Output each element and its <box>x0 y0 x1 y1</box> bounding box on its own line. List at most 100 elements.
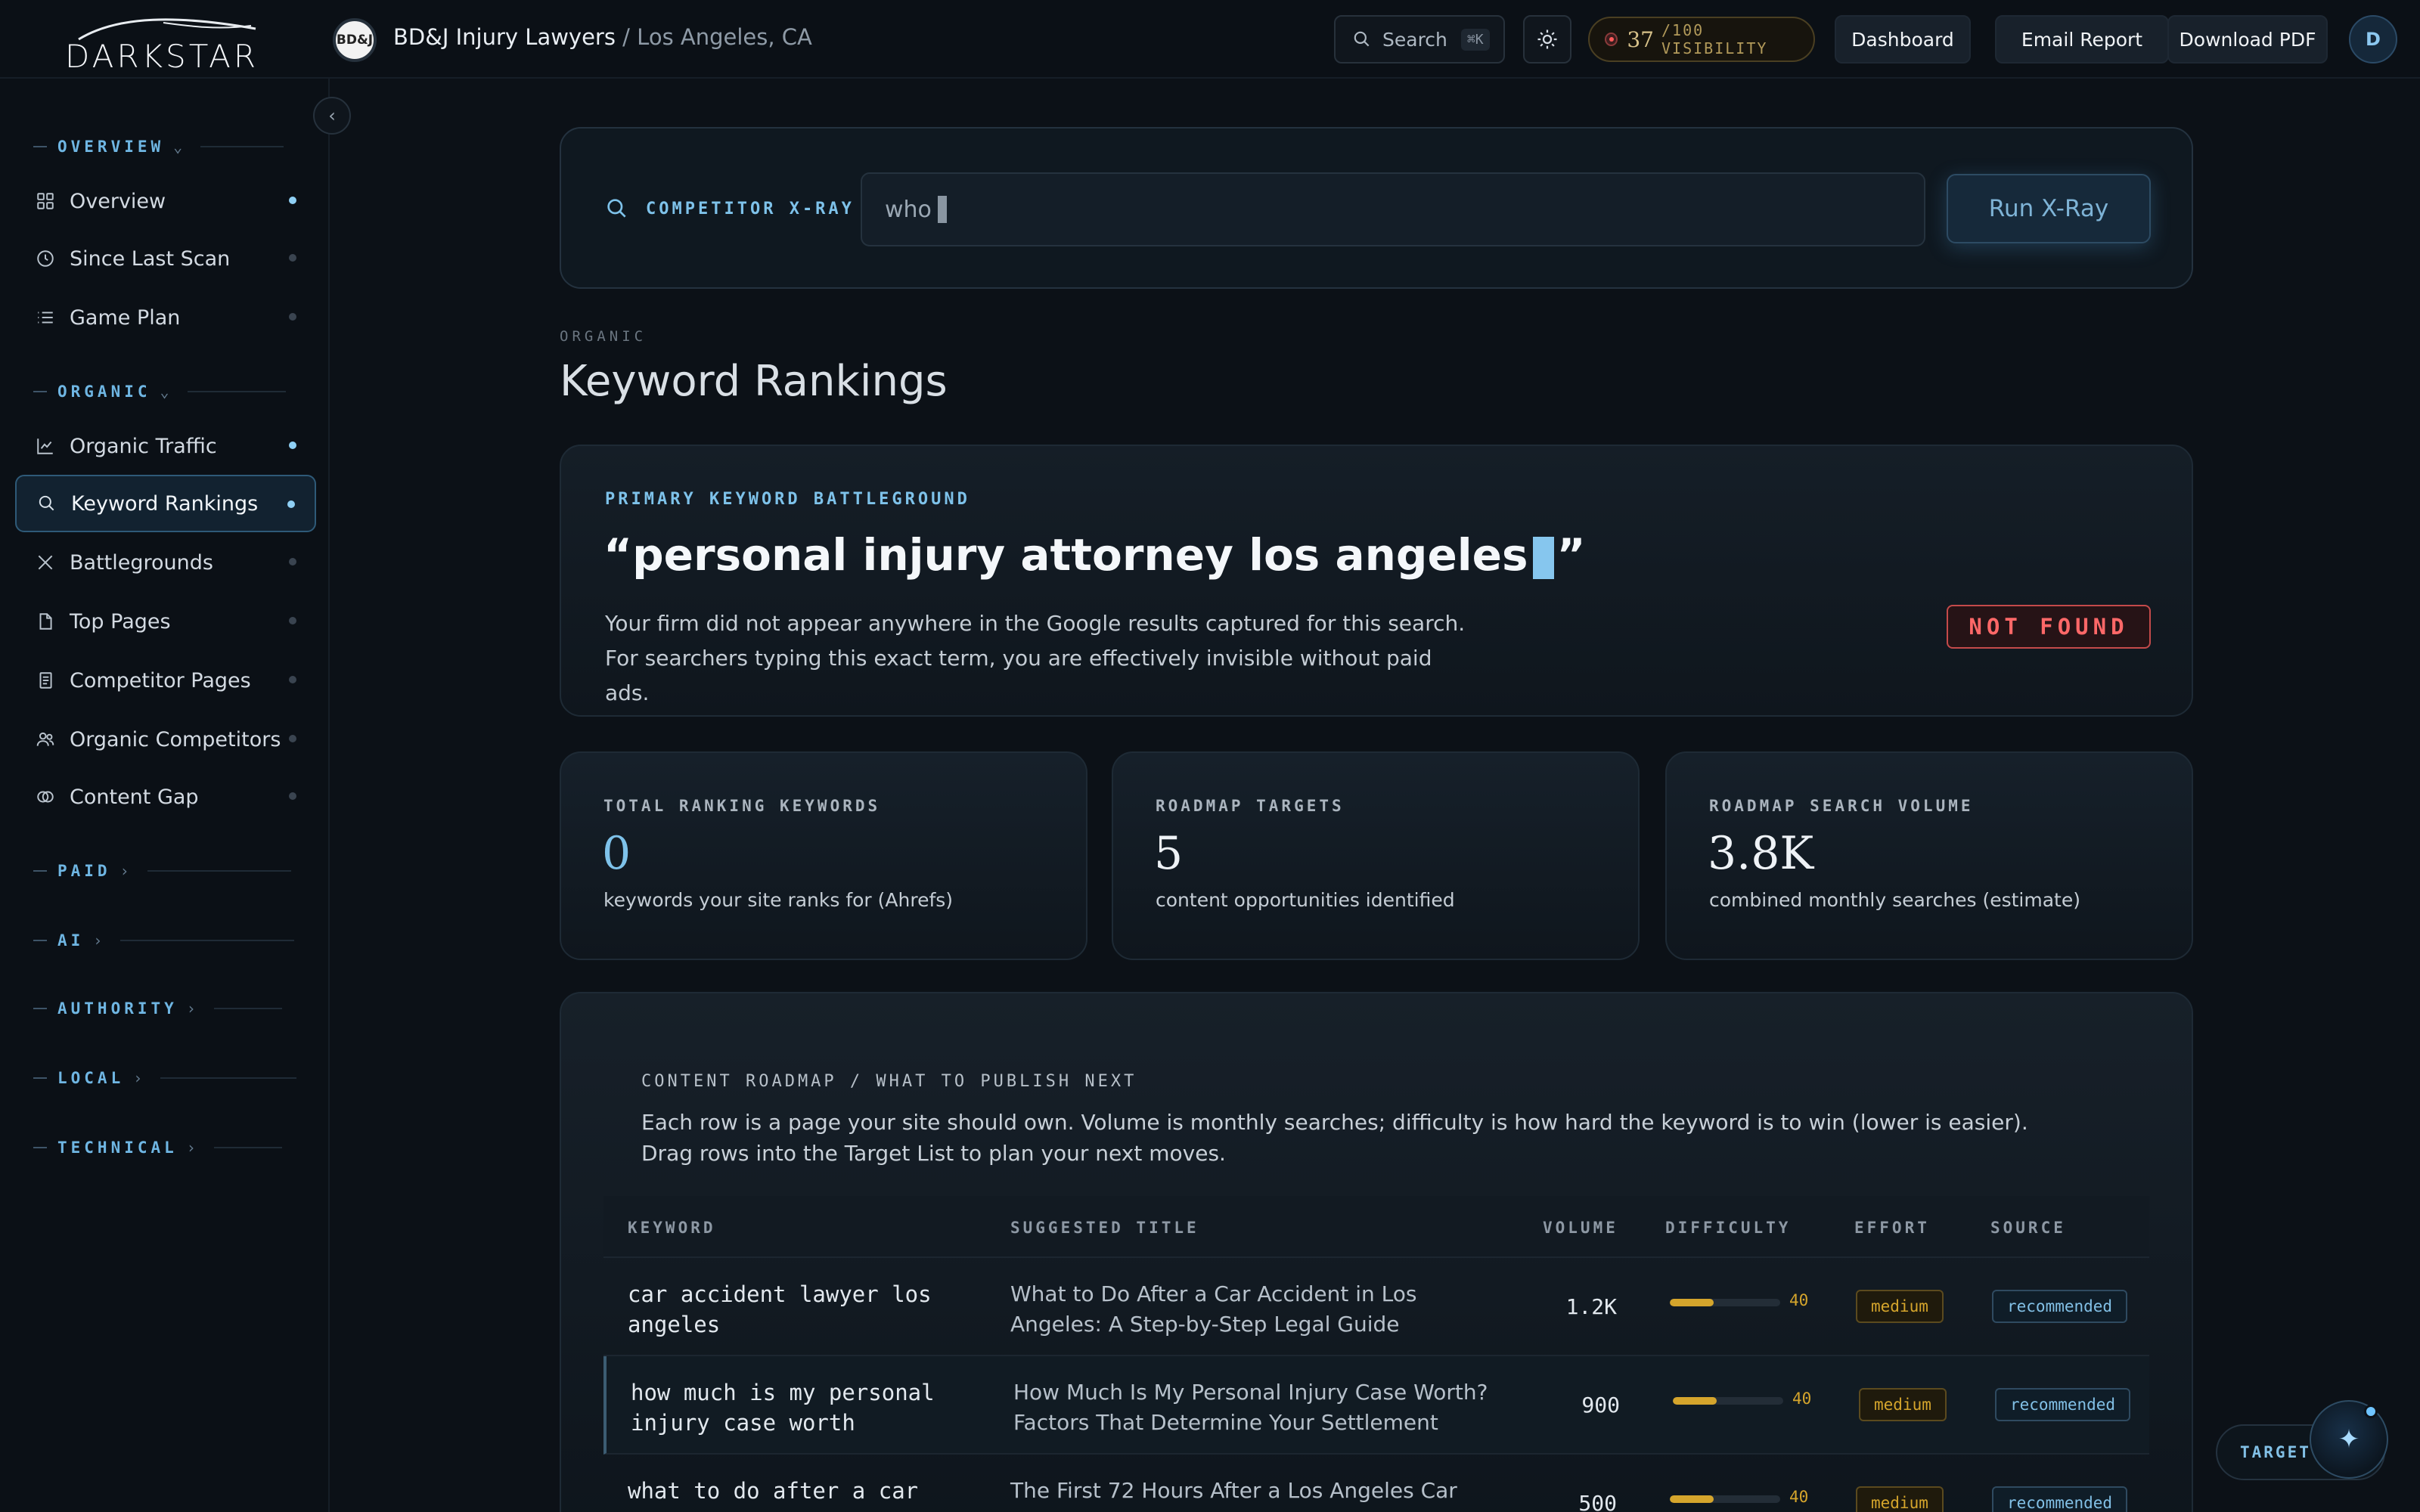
column-header-keyword[interactable]: KEYWORD <box>628 1219 716 1237</box>
section-dash <box>33 1147 47 1148</box>
section-label: PAID <box>57 862 111 880</box>
collapse-sidebar-button[interactable]: ‹ <box>313 97 351 135</box>
sidebar-item-label: Game Plan <box>70 305 181 330</box>
active-dot <box>289 197 296 204</box>
client-name: BD&J Injury Lawyers <box>393 24 616 50</box>
column-header-source[interactable]: SOURCE <box>1990 1219 2066 1237</box>
sidebar-item-top-pages[interactable]: Top Pages <box>15 593 316 650</box>
section-divider <box>200 146 284 147</box>
section-dash <box>33 146 47 147</box>
grid-icon <box>35 191 56 212</box>
sidebar-item-game-plan[interactable]: Game Plan <box>15 289 316 346</box>
visibility-score-badge[interactable]: 37 /100 VISIBILITY <box>1588 17 1815 62</box>
stat-value: 3.8K <box>1708 827 1814 880</box>
app-logo[interactable]: DARKSTAR <box>65 11 269 75</box>
table-row[interactable]: what to do after a car The First 72 Hour… <box>603 1455 2149 1512</box>
sidebar-item-competitor-pages[interactable]: Competitor Pages <box>15 652 316 709</box>
row-volume: 500 <box>1578 1491 1617 1512</box>
inactive-dot <box>289 254 296 262</box>
section-label: TECHNICAL <box>57 1139 178 1157</box>
column-header-volume[interactable]: VOLUME <box>1543 1219 1618 1237</box>
search-label: Search <box>1382 28 1447 51</box>
sidebar-item-content-gap[interactable]: Content Gap <box>15 768 316 826</box>
section-label: LOCAL <box>57 1069 125 1087</box>
section-dash <box>33 1008 47 1009</box>
section-label: OVERVIEW <box>57 138 165 156</box>
section-header-technical[interactable]: TECHNICAL › <box>33 1139 282 1157</box>
search-button[interactable]: Search ⌘K <box>1334 15 1505 64</box>
visibility-suffix: /100 VISIBILITY <box>1661 21 1768 57</box>
search-shortcut: ⌘K <box>1460 28 1490 51</box>
source-badge: recommended <box>1995 1388 2131 1421</box>
difficulty-bar-fill <box>1670 1299 1714 1306</box>
battleground-eyebrow: PRIMARY KEYWORD BATTLEGROUND <box>605 490 970 509</box>
client-location: / Los Angeles, CA <box>615 24 812 50</box>
section-header-local[interactable]: LOCAL › <box>33 1069 297 1087</box>
sidebar-item-organic-traffic[interactable]: Organic Traffic <box>15 417 316 475</box>
sidebar-item-label: Content Gap <box>70 785 199 809</box>
section-header-overview[interactable]: OVERVIEW ⌄ <box>33 138 284 156</box>
table-header: KEYWORD SUGGESTED TITLE VOLUME DIFFICULT… <box>603 1196 2149 1258</box>
sidebar-item-label: Overview <box>70 189 166 213</box>
sidebar-item-keyword-rankings[interactable]: Keyword Rankings <box>15 475 316 532</box>
chevron-right-icon: › <box>93 931 103 950</box>
section-divider <box>160 1077 297 1079</box>
xray-label: COMPETITOR X-RAY <box>605 197 855 221</box>
table-row[interactable]: how much is my personal injury case wort… <box>603 1356 2149 1455</box>
user-avatar[interactable]: D <box>2349 15 2397 64</box>
section-divider <box>213 1147 282 1148</box>
search-icon <box>1354 31 1370 47</box>
status-badge: NOT FOUND <box>1947 605 2151 649</box>
section-dash <box>33 870 47 872</box>
email-report-button[interactable]: Email Report <box>1995 15 2169 64</box>
page-eyebrow: ORGANIC <box>560 328 647 345</box>
sidebar-item-battlegrounds[interactable]: Battlegrounds <box>15 534 316 591</box>
xray-search-input[interactable]: who <box>861 172 1925 246</box>
sparkle-icon: ✦ <box>2338 1424 2360 1455</box>
client-avatar: BD&J <box>333 18 377 62</box>
roadmap-table: KEYWORD SUGGESTED TITLE VOLUME DIFFICULT… <box>603 1196 2149 1512</box>
stat-card-total-ranking-keywords: TOTAL RANKING KEYWORDS 0 keywords your s… <box>560 751 1087 960</box>
list-icon <box>35 307 56 328</box>
chart-line-icon <box>35 435 56 457</box>
chevron-right-icon: › <box>186 999 196 1018</box>
section-dash <box>33 391 47 392</box>
xray-label-text: COMPETITOR X-RAY <box>646 199 855 218</box>
inactive-dot <box>289 676 296 683</box>
table-row[interactable]: car accident lawyer los angeles What to … <box>603 1258 2149 1356</box>
theme-toggle-button[interactable] <box>1523 15 1571 64</box>
users-icon <box>35 729 56 750</box>
row-suggested-title: How Much Is My Personal Injury Case Wort… <box>1013 1380 1488 1435</box>
search-icon <box>607 199 626 218</box>
stat-label: ROADMAP TARGETS <box>1156 797 1345 815</box>
dashboard-button[interactable]: Dashboard <box>1835 15 1971 64</box>
column-header-effort[interactable]: EFFORT <box>1854 1219 1930 1237</box>
section-header-organic[interactable]: ORGANIC ⌄ <box>33 383 286 401</box>
download-pdf-button[interactable]: Download PDF <box>2167 15 2328 64</box>
inactive-dot <box>289 313 296 321</box>
sidebar-item-label: Keyword Rankings <box>71 491 259 516</box>
roadmap-description: Each row is a page your site should own.… <box>641 1110 2028 1166</box>
run-xray-button[interactable]: Run X-Ray <box>1947 174 2151 243</box>
section-header-paid[interactable]: PAID › <box>33 862 291 880</box>
section-divider <box>147 870 291 872</box>
column-header-suggested-title[interactable]: SUGGESTED TITLE <box>1010 1219 1199 1237</box>
active-dot <box>287 500 295 508</box>
column-header-difficulty[interactable]: DIFFICULTY <box>1665 1219 1791 1237</box>
sidebar-item-organic-competitors[interactable]: Organic Competitors <box>15 711 316 768</box>
competitor-xray-panel: COMPETITOR X-RAY who Run X-Ray <box>560 127 2193 289</box>
chevron-left-icon: ‹ <box>328 105 336 126</box>
swords-icon <box>35 552 56 573</box>
sidebar-item-overview[interactable]: Overview <box>15 172 316 230</box>
section-header-ai[interactable]: AI › <box>33 931 295 950</box>
stat-value: 0 <box>602 827 631 880</box>
inactive-dot <box>289 558 296 565</box>
text-selection-cursor <box>1532 536 1554 579</box>
sidebar-item-since-last-scan[interactable]: Since Last Scan <box>15 230 316 287</box>
stat-label: ROADMAP SEARCH VOLUME <box>1709 797 1974 815</box>
section-header-authority[interactable]: AUTHORITY › <box>33 999 282 1018</box>
row-volume: 1.2K <box>1565 1294 1617 1319</box>
section-dash <box>33 1077 47 1079</box>
page-title: Keyword Rankings <box>560 357 948 406</box>
section-label: AI <box>57 931 85 950</box>
